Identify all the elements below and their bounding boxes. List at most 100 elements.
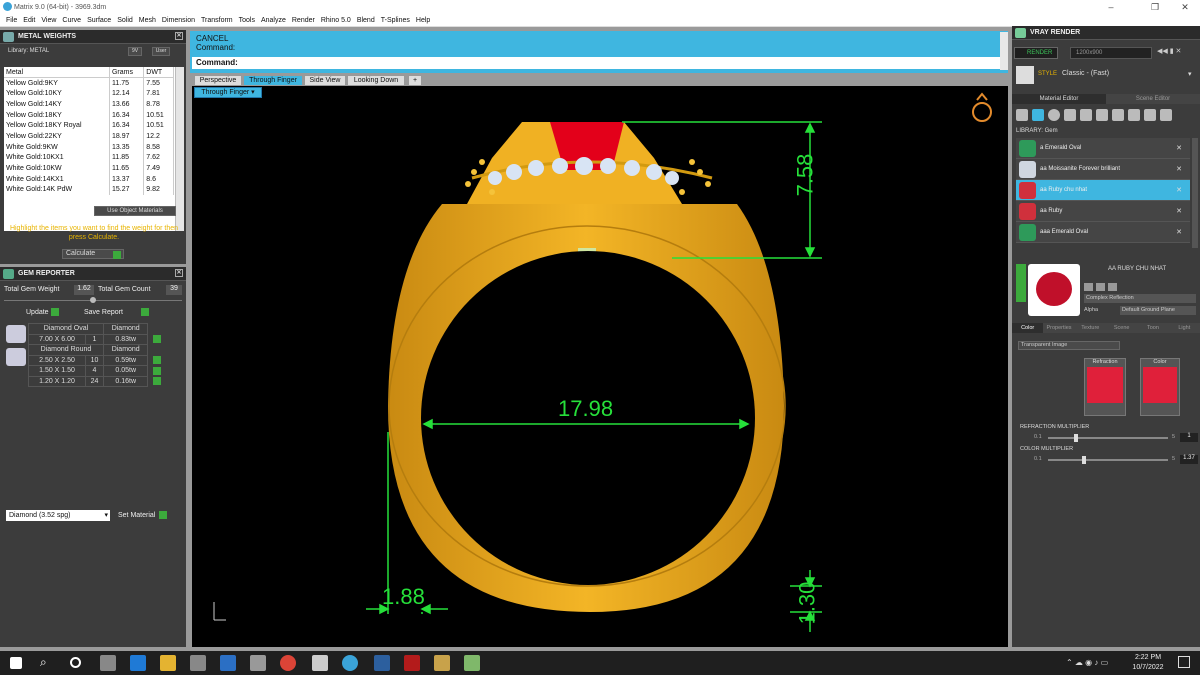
tray-icons[interactable]: ⌃ ☁ ◉ ♪ ▭ xyxy=(1066,658,1108,667)
close-icon[interactable]: ✕ xyxy=(175,32,183,40)
subtab-scene[interactable]: Scene xyxy=(1105,323,1138,333)
remove-icon[interactable]: ✕ xyxy=(1176,228,1182,236)
tab-side-view[interactable]: Side View xyxy=(304,75,346,86)
menu-view[interactable]: View xyxy=(38,14,59,26)
drop-icon[interactable] xyxy=(1016,109,1028,121)
gem-row[interactable]: 1.20 X 1.20 24 0.16tw xyxy=(27,375,166,387)
grid-icon[interactable] xyxy=(1080,109,1092,121)
checker-icon[interactable] xyxy=(1144,109,1156,121)
metal-row[interactable]: Yellow Gold:22KY 18.97 12.2 xyxy=(4,131,174,142)
color-swatch[interactable]: Color xyxy=(1140,358,1180,416)
metal-row[interactable]: White Gold:10KX1 11.85 7.62 xyxy=(4,152,174,164)
subtab-texture[interactable]: Texture xyxy=(1074,323,1106,333)
image-mode-select[interactable]: Transparent Image xyxy=(1018,341,1120,350)
tab-scene-editor[interactable]: Scene Editor xyxy=(1106,94,1200,104)
rhino-icon[interactable] xyxy=(250,655,266,671)
settings-icon[interactable] xyxy=(1160,109,1172,121)
play-icon[interactable] xyxy=(152,377,161,386)
matrix-icon[interactable] xyxy=(342,655,358,671)
edge-icon[interactable] xyxy=(130,655,146,671)
chrome-icon[interactable] xyxy=(280,655,296,671)
viewport[interactable]: Through Finger ▾ 7.58 17.98 1.88 1.30 xyxy=(192,86,1008,647)
play-icon[interactable] xyxy=(152,335,161,344)
ring-view-icon[interactable] xyxy=(972,92,992,122)
remove-icon[interactable]: ✕ xyxy=(1176,165,1182,173)
menu-transform[interactable]: Transform xyxy=(198,14,236,26)
divider-slider-handle[interactable] xyxy=(90,297,96,303)
store-icon[interactable] xyxy=(190,655,206,671)
library-user-button[interactable]: User xyxy=(152,47,170,56)
metal-row[interactable]: White Gold:9KW 13.35 8.58 xyxy=(4,141,174,153)
vray-app-icon[interactable] xyxy=(404,655,420,671)
metal-row[interactable]: Yellow Gold:18KY 16.34 10.51 xyxy=(4,109,174,121)
menu-rhino-5-0[interactable]: Rhino 5.0 xyxy=(318,14,354,26)
menu-dimension[interactable]: Dimension xyxy=(159,14,198,26)
menu-render[interactable]: Render xyxy=(289,14,318,26)
widgets-icon[interactable] xyxy=(100,655,116,671)
gem-library-scrollbar[interactable] xyxy=(1192,138,1198,248)
menu-blend[interactable]: Blend xyxy=(354,14,378,26)
gem-library-item[interactable]: aa Ruby ✕ xyxy=(1016,201,1190,222)
texture-icon[interactable] xyxy=(1064,109,1076,121)
use-object-materials-field[interactable]: Use Object Materials xyxy=(94,206,176,216)
metal-row[interactable]: Yellow Gold:9KY 11.75 7.55 xyxy=(4,77,174,89)
update-button[interactable]: Update xyxy=(26,308,59,316)
remove-icon[interactable]: ✕ xyxy=(1176,144,1182,152)
mail-icon[interactable] xyxy=(220,655,236,671)
scene-icon[interactable] xyxy=(1112,109,1124,121)
refraction-multiplier-slider[interactable]: 0.1 5 1 xyxy=(1020,433,1198,442)
light-icon[interactable] xyxy=(1096,109,1108,121)
resolution-field[interactable]: 1200x900 xyxy=(1070,47,1152,59)
gem-library-item[interactable]: aa Ruby chu nhat ✕ xyxy=(1016,180,1190,201)
menu-curve[interactable]: Curve xyxy=(59,14,84,26)
close-icon[interactable]: ✕ xyxy=(1170,0,1200,14)
tab-looking-down[interactable]: Looking Down xyxy=(347,75,405,86)
refraction-value[interactable]: 1 xyxy=(1180,433,1198,442)
save-report-button[interactable]: Save Report xyxy=(84,308,149,316)
metal-row[interactable]: Yellow Gold:10KY 12.14 7.81 xyxy=(4,88,174,100)
reflection-select[interactable]: Complex Reflection xyxy=(1084,294,1196,303)
refraction-slider-handle[interactable] xyxy=(1074,434,1078,442)
app-icon[interactable] xyxy=(312,655,328,671)
style-value[interactable]: Classic - (Fast) xyxy=(1062,70,1109,77)
menu-edit[interactable]: Edit xyxy=(20,14,38,26)
remove-icon[interactable]: ✕ xyxy=(1176,186,1182,194)
play-icon[interactable] xyxy=(152,356,161,365)
gem-library-item[interactable]: a Emerald Oval ✕ xyxy=(1016,138,1190,159)
gem-row[interactable]: 1.50 X 1.50 4 0.05tw xyxy=(27,365,166,377)
search-icon[interactable]: ⌕ xyxy=(40,655,56,671)
remove-icon[interactable]: ✕ xyxy=(1176,207,1182,215)
metal-row[interactable]: Yellow Gold:14KY 13.66 8.78 xyxy=(4,99,174,110)
start-icon[interactable] xyxy=(10,657,22,669)
render-controls[interactable]: ◀◀ ▮ ✕ xyxy=(1157,47,1197,59)
subtab-color[interactable]: Color xyxy=(1012,323,1044,333)
subtab-light[interactable]: Light xyxy=(1168,323,1200,333)
library-version-button[interactable]: 9V xyxy=(128,47,142,56)
metal-row[interactable]: White Gold:14KX1 13.37 8.6 xyxy=(4,173,174,185)
color-value[interactable]: 1.37 xyxy=(1180,455,1198,464)
metal-row[interactable]: White Gold:10KW 11.65 7.49 xyxy=(4,163,174,174)
gem-library-item[interactable]: aaa Emerald Oval ✕ xyxy=(1016,222,1190,243)
preview-toggle[interactable] xyxy=(1016,264,1026,302)
set-material-button[interactable]: Set Material xyxy=(118,511,168,519)
preview-tool-icon[interactable] xyxy=(1096,283,1105,291)
menu-help[interactable]: Help xyxy=(413,14,433,26)
subtab-properties[interactable]: Properties xyxy=(1043,323,1075,333)
tab-material-editor[interactable]: Material Editor xyxy=(1012,94,1106,104)
tab-through-finger[interactable]: Through Finger xyxy=(243,75,303,86)
play-icon[interactable] xyxy=(152,366,161,375)
metal-row[interactable]: Yellow Gold:18KY Royal 16.34 10.51 xyxy=(4,120,174,132)
preview-tool-icon[interactable] xyxy=(1108,283,1117,291)
command-input[interactable]: Command: xyxy=(192,57,1006,69)
menu-t-splines[interactable]: T-Splines xyxy=(378,14,413,26)
command-scrollbar[interactable] xyxy=(1000,32,1008,70)
material-select[interactable]: Diamond (3.52 spg) ▾ xyxy=(6,510,110,521)
add-view-tab-button[interactable]: + xyxy=(408,75,422,86)
menu-mesh[interactable]: Mesh xyxy=(136,14,159,26)
menu-solid[interactable]: Solid xyxy=(114,14,136,26)
metal-column-header[interactable]: Metal xyxy=(4,67,110,79)
menu-tools[interactable]: Tools xyxy=(236,14,258,26)
app3-icon[interactable] xyxy=(464,655,480,671)
render-button[interactable]: RENDER xyxy=(1014,47,1058,59)
refraction-swatch[interactable]: Refraction xyxy=(1084,358,1126,416)
